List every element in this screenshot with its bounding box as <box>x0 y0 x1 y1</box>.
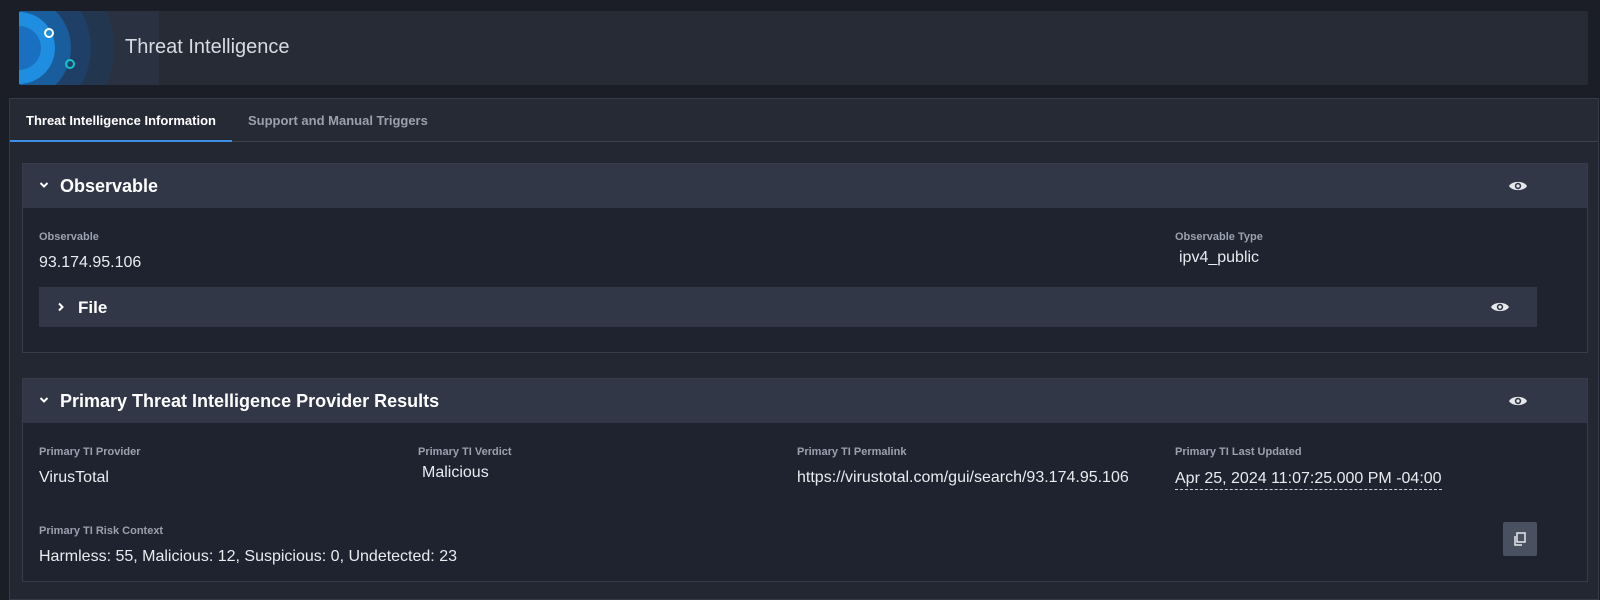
chevron-right-icon[interactable] <box>54 300 68 314</box>
primary-ti-permalink-value[interactable]: https://virustotal.com/gui/search/93.174… <box>797 469 1129 487</box>
tab-bar: Threat Intelligence Information Support … <box>10 99 1598 142</box>
eye-icon[interactable] <box>1508 394 1528 408</box>
observable-section-header[interactable]: Observable <box>23 164 1587 208</box>
primary-ti-verdict-label: Primary TI Verdict <box>418 446 512 458</box>
primary-ti-section-header[interactable]: Primary Threat Intelligence Provider Res… <box>23 379 1587 423</box>
file-subsection-title: File <box>78 298 108 317</box>
observable-value: 93.174.95.106 <box>39 254 142 271</box>
eye-icon[interactable] <box>1490 300 1510 314</box>
primary-ti-provider-value: VirusTotal <box>39 469 109 486</box>
tab-support-and-manual-triggers[interactable]: Support and Manual Triggers <box>232 99 444 141</box>
copy-icon[interactable] <box>1513 532 1527 546</box>
primary-ti-section-title: Primary Threat Intelligence Provider Res… <box>60 391 440 411</box>
main-content: Threat Intelligence Information Support … <box>9 98 1599 600</box>
primary-ti-last-updated-label: Primary TI Last Updated <box>1175 446 1302 458</box>
file-subsection[interactable]: File <box>39 287 1537 327</box>
primary-ti-section: Primary Threat Intelligence Provider Res… <box>22 378 1588 582</box>
app-header: Threat Intelligence <box>19 11 1588 85</box>
observable-label: Observable <box>39 231 99 243</box>
observable-section-title: Observable <box>60 176 159 196</box>
primary-ti-verdict-value: Malicious <box>422 464 489 481</box>
page-title: Threat Intelligence <box>125 36 290 58</box>
primary-ti-risk-context-label: Primary TI Risk Context <box>39 525 164 537</box>
primary-ti-provider-label: Primary TI Provider <box>39 446 141 458</box>
primary-ti-last-updated-value: Apr 25, 2024 11:07:25.000 PM -04:00 <box>1175 470 1442 490</box>
primary-ti-permalink-label: Primary TI Permalink <box>797 446 907 458</box>
tab-threat-intelligence-information[interactable]: Threat Intelligence Information <box>10 99 232 142</box>
chevron-down-icon[interactable] <box>37 178 51 192</box>
observable-type-value: ipv4_public <box>1179 249 1260 266</box>
chevron-down-icon[interactable] <box>37 393 51 407</box>
primary-ti-risk-context-value: Harmless: 55, Malicious: 12, Suspicious:… <box>39 548 457 565</box>
observable-section: Observable Observable 93.174.95.106 Obse… <box>22 163 1588 353</box>
copy-button[interactable] <box>1503 522 1537 556</box>
observable-type-label: Observable Type <box>1175 231 1263 243</box>
eye-icon[interactable] <box>1508 179 1528 193</box>
